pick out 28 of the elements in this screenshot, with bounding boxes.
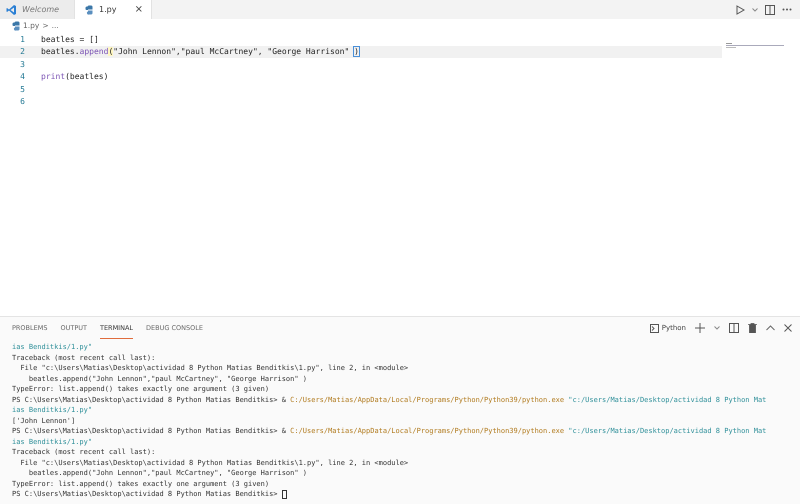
vscode-logo-icon <box>6 4 16 16</box>
line-number: 1 <box>19 34 26 44</box>
cursor <box>282 490 287 499</box>
line-number: 4 <box>19 72 26 82</box>
run-icon[interactable] <box>736 4 745 14</box>
python-file-icon <box>12 20 20 30</box>
close-icon[interactable]: × <box>134 4 143 14</box>
terminal-icon <box>650 324 659 332</box>
code-line: beatles.append("John Lennon","paul McCartney", "George Harrison" ) <box>41 47 359 56</box>
plus-icon[interactable] <box>695 323 705 333</box>
chevron-up-icon[interactable] <box>766 325 775 331</box>
minimap-drawing <box>726 43 786 49</box>
code-line: print(beatles) <box>41 72 108 82</box>
line-number: 5 <box>19 84 26 94</box>
line-number: 6 <box>19 97 26 106</box>
line-number: 3 <box>19 60 26 69</box>
chevron-down-icon[interactable] <box>714 326 720 330</box>
line-number: 2 <box>19 47 26 56</box>
chevron-down-icon[interactable] <box>752 8 758 12</box>
python-file-icon <box>85 4 93 14</box>
close-icon[interactable] <box>784 324 792 332</box>
split-editor-icon[interactable] <box>765 4 775 14</box>
more-icon[interactable] <box>782 8 792 11</box>
trash-icon[interactable] <box>748 323 757 333</box>
editor-tab[interactable]: 1.py × <box>75 0 152 19</box>
editor-tab[interactable]: Welcome <box>0 0 75 19</box>
split-terminal-icon[interactable] <box>729 323 739 333</box>
code-line: beatles = [] <box>41 34 99 44</box>
